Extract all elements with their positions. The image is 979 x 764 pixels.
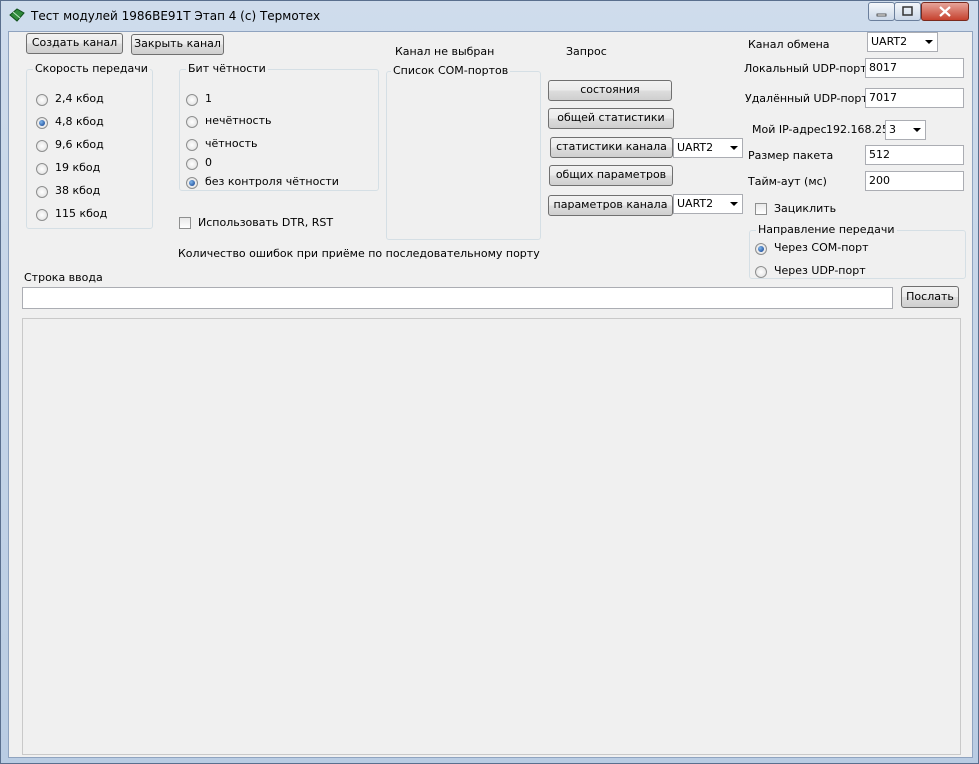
create-channel-button[interactable]: Создать канал	[26, 33, 123, 54]
chevron-down-icon	[730, 202, 738, 206]
packet-size-label: Размер пакета	[748, 149, 834, 162]
request-general-stats-button[interactable]: общей статистики	[548, 108, 674, 129]
timeout-label: Тайм-аут (мс)	[748, 175, 827, 188]
my-ip-label: Мой IP-адрес	[752, 123, 827, 136]
baud-label-19200: 19 кбод	[55, 161, 101, 174]
request-general-params-button[interactable]: общих параметров	[549, 165, 673, 186]
local-udp-input[interactable]: 8017	[865, 58, 964, 78]
dtr-rst-checkbox[interactable]	[179, 217, 191, 229]
window-title: Тест модулей 1986ВЕ91Т Этап 4 (с) Термот…	[31, 9, 321, 23]
direction-radio-udp[interactable]	[755, 266, 767, 278]
local-udp-label: Локальный UDP-порт	[744, 62, 867, 75]
channel-params-select[interactable]: UART2	[673, 194, 743, 214]
exchange-channel-label: Канал обмена	[748, 38, 830, 51]
request-channel-stats-button[interactable]: статистики канала	[550, 137, 673, 158]
baud-radio-4800[interactable]	[36, 117, 48, 129]
request-status-button[interactable]: состояния	[548, 80, 672, 101]
maximize-icon	[902, 6, 913, 16]
close-button[interactable]	[921, 2, 969, 21]
direction-group: Направление передачи Через COM-порт Чере…	[749, 223, 966, 279]
baud-label-2400: 2,4 кбод	[55, 92, 104, 105]
com-ports-title: Список COM-портов	[391, 64, 511, 77]
baud-label-38400: 38 кбод	[55, 184, 101, 197]
parity-group: Бит чётности 1 нечётность чётность 0 без…	[179, 62, 379, 191]
request-title: Запрос	[566, 45, 607, 58]
app-window: Тест модулей 1986ВЕ91Т Этап 4 (с) Термот…	[0, 0, 979, 764]
parity-label-0: 0	[205, 156, 212, 169]
baud-rate-group: Скорость передачи 2,4 кбод 4,8 кбод 9,6 …	[26, 62, 153, 229]
parity-radio-1[interactable]	[186, 94, 198, 106]
channel-status-label: Канал не выбран	[395, 45, 495, 58]
request-channel-params-button[interactable]: параметров канала	[548, 195, 673, 216]
dtr-rst-label: Использовать DTR, RST	[198, 216, 334, 229]
parity-label-even: чётность	[205, 137, 258, 150]
title-bar[interactable]: Тест модулей 1986ВЕ91Т Этап 4 (с) Термот…	[1, 1, 978, 31]
parity-label-none: без контроля чётности	[205, 175, 339, 188]
input-line-label: Строка ввода	[24, 271, 103, 284]
chevron-down-icon	[925, 40, 933, 44]
direction-radio-com[interactable]	[755, 243, 767, 255]
loop-checkbox[interactable]	[755, 203, 767, 215]
com-ports-list[interactable]	[391, 82, 536, 236]
output-area[interactable]	[22, 318, 961, 755]
ip-last-octet-select[interactable]: 3	[885, 120, 926, 140]
main-panel: Создать канал Закрыть канал Канал не выб…	[8, 31, 973, 758]
input-line-field[interactable]	[22, 287, 893, 309]
channel-params-select-value: UART2	[677, 197, 714, 210]
baud-radio-2400[interactable]	[36, 94, 48, 106]
parity-radio-even[interactable]	[186, 139, 198, 151]
channel-stats-select[interactable]: UART2	[673, 138, 743, 158]
exchange-channel-value: UART2	[871, 35, 908, 48]
close-icon	[939, 6, 951, 17]
baud-radio-115200[interactable]	[36, 209, 48, 221]
parity-label-1: 1	[205, 92, 212, 105]
parity-radio-odd[interactable]	[186, 116, 198, 128]
ip-last-octet-value: 3	[889, 123, 896, 136]
app-chip-icon	[9, 8, 25, 22]
baud-label-4800: 4,8 кбод	[55, 115, 104, 128]
direction-label-udp: Через UDP-порт	[774, 264, 866, 277]
remote-udp-input[interactable]: 7017	[865, 88, 964, 108]
errors-label: Количество ошибок при приёме по последов…	[178, 247, 540, 260]
minimize-icon	[876, 13, 887, 17]
baud-label-9600: 9,6 кбод	[55, 138, 104, 151]
minimize-button[interactable]	[868, 2, 895, 21]
direction-label-com: Через COM-порт	[774, 241, 869, 254]
exchange-channel-select[interactable]: UART2	[867, 32, 938, 52]
com-ports-group: Список COM-портов	[386, 64, 541, 240]
chevron-down-icon	[913, 128, 921, 132]
loop-label: Зациклить	[774, 202, 837, 215]
close-channel-button[interactable]: Закрыть канал	[131, 34, 224, 55]
baud-radio-38400[interactable]	[36, 186, 48, 198]
baud-label-115200: 115 кбод	[55, 207, 108, 220]
parity-label-odd: нечётность	[205, 114, 272, 127]
direction-title: Направление передачи	[756, 223, 897, 236]
baud-radio-9600[interactable]	[36, 140, 48, 152]
chevron-down-icon	[730, 146, 738, 150]
parity-radio-none[interactable]	[186, 177, 198, 189]
baud-rate-title: Скорость передачи	[33, 62, 150, 75]
send-button[interactable]: Послать	[901, 286, 959, 308]
timeout-input[interactable]: 200	[865, 171, 964, 191]
packet-size-input[interactable]: 512	[865, 145, 964, 165]
maximize-button[interactable]	[894, 2, 921, 21]
parity-title: Бит чётности	[186, 62, 268, 75]
baud-radio-19200[interactable]	[36, 163, 48, 175]
remote-udp-label: Удалённый UDP-порт	[745, 92, 868, 105]
channel-stats-select-value: UART2	[677, 141, 714, 154]
parity-radio-0[interactable]	[186, 158, 198, 170]
